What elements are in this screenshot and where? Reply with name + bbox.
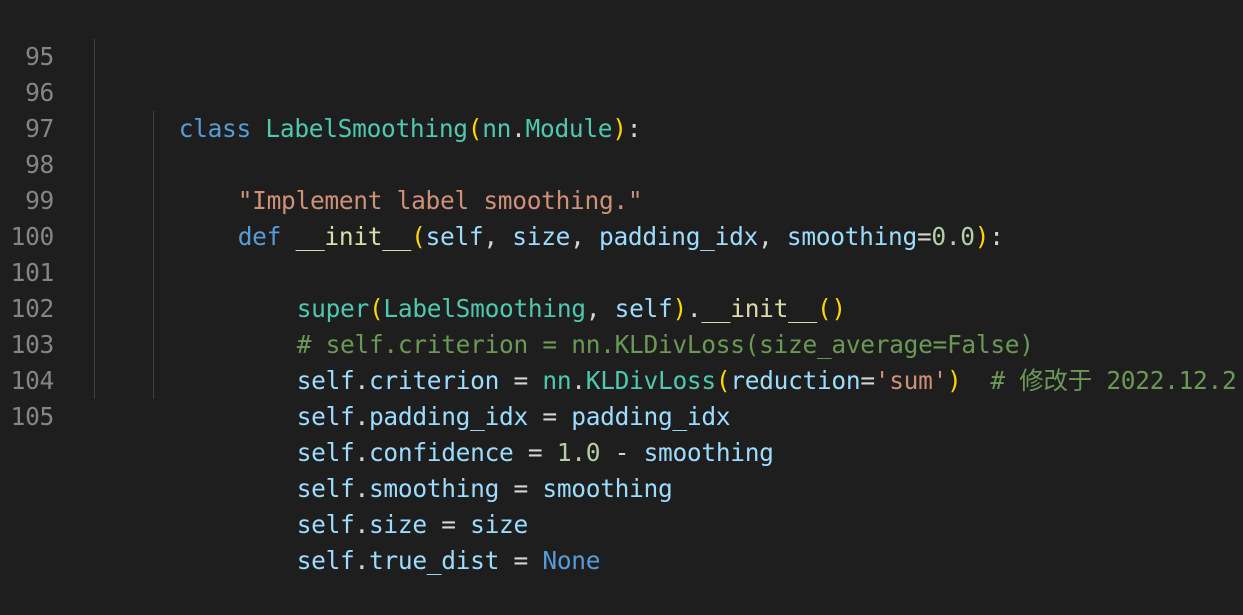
code-line[interactable]: 100 self.criterion = nn.KLDivLoss(reduct…	[0, 183, 1243, 395]
code-line[interactable]: 103 self.smoothing = smoothing	[0, 291, 1243, 503]
indent-guide	[153, 327, 154, 363]
line-number: 105	[10, 402, 55, 431]
indent-guide	[94, 111, 95, 147]
indent-guide	[153, 111, 154, 147]
code-editor[interactable]: 95 class LabelSmoothing(nn.Module): 96 "…	[0, 3, 1243, 575]
code-line[interactable]: 95 class LabelSmoothing(nn.Module):	[0, 3, 1243, 143]
indent-guide	[94, 75, 95, 111]
indent-guide	[153, 255, 154, 291]
indent-guide	[94, 363, 95, 399]
code-line[interactable]: 98 super(LabelSmoothing, self).__init__(…	[0, 111, 1243, 323]
indent-guide	[94, 219, 95, 255]
code-line[interactable]: 96 "Implement label smoothing."	[0, 39, 1243, 215]
indent-guide	[94, 39, 95, 75]
indent-guide	[94, 183, 95, 219]
indent-guide	[153, 183, 154, 219]
code-line[interactable]: 97 def __init__(self, size, padding_idx,…	[0, 75, 1243, 251]
indent-guide	[94, 255, 95, 291]
code-token: true_dist	[368, 546, 500, 575]
indent-guide	[153, 147, 154, 183]
code-line[interactable]: 105 self.true_dist = None	[0, 363, 1243, 575]
indent-guide	[94, 327, 95, 363]
code-text[interactable]: self.true_dist = None	[210, 507, 601, 615]
indent-guide	[94, 291, 95, 327]
code-token: smoothing	[542, 474, 673, 503]
code-line[interactable]: 99 # self.criterion = nn.KLDivLoss(size_…	[0, 147, 1243, 359]
indent-guide	[153, 291, 154, 327]
code-token: =	[499, 546, 543, 575]
code-line[interactable]: 101 self.padding_idx = padding_idx	[0, 219, 1243, 431]
code-line[interactable]: 104 self.size = size	[0, 327, 1243, 539]
indent-guide	[153, 363, 154, 399]
code-token: self	[296, 546, 355, 575]
code-token: None	[542, 546, 601, 575]
code-line[interactable]: 102 self.confidence = 1.0 - smoothing	[0, 255, 1243, 467]
code-token: .	[354, 546, 370, 575]
indent-guide	[153, 219, 154, 255]
indent-guide	[94, 147, 95, 183]
